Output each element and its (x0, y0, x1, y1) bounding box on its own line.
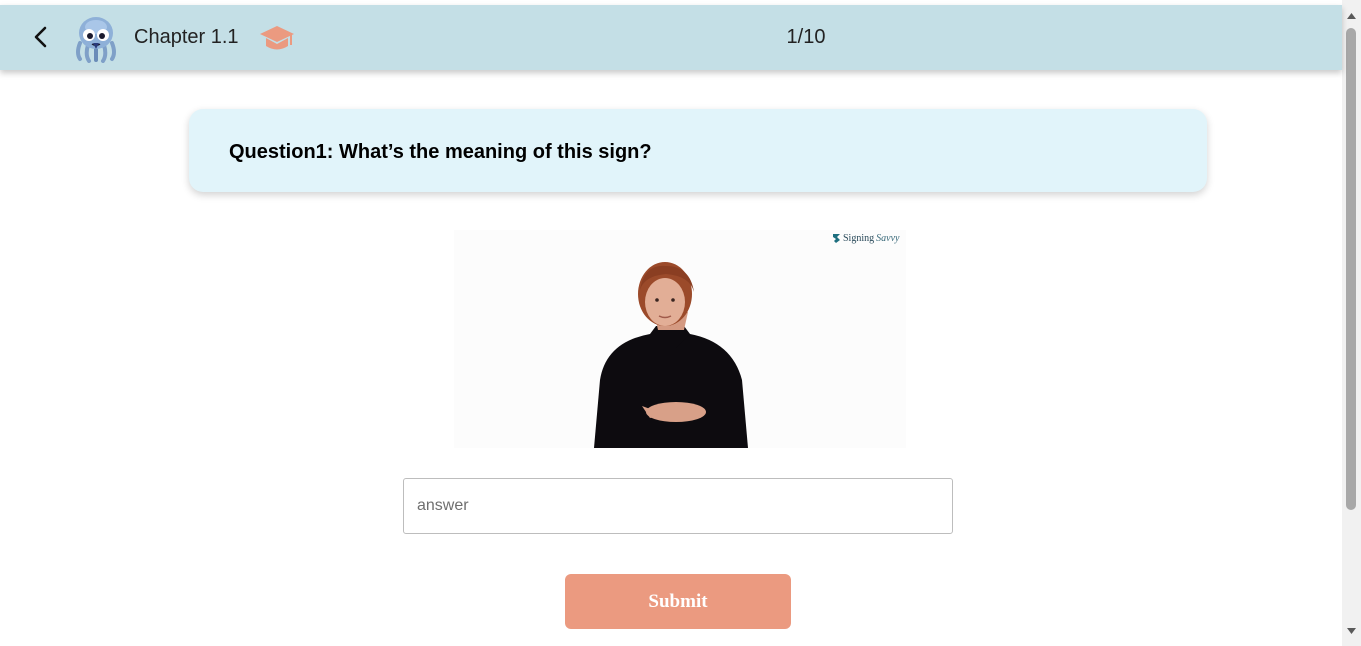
question-text: Question1: What’s the meaning of this si… (229, 141, 652, 163)
answer-input[interactable] (403, 478, 953, 534)
watermark-script: Savvy (876, 233, 900, 244)
scroll-down-button[interactable] (1342, 622, 1361, 639)
back-button[interactable] (24, 19, 58, 55)
scroll-thumb[interactable] (1346, 28, 1356, 510)
app-header: Chapter 1.1 1/10 (0, 5, 1342, 70)
video-watermark: Signing Savvy (832, 233, 899, 244)
submit-button[interactable]: Submit (565, 574, 791, 629)
graduation-cap-icon (260, 26, 294, 50)
question-card: Question1: What’s the meaning of this si… (189, 109, 1207, 192)
page-scrollbar[interactable] (1342, 0, 1361, 646)
question-progress: 1/10 (786, 26, 826, 48)
triangle-up-icon (1347, 12, 1356, 19)
watermark-brand: Signing (843, 233, 875, 244)
triangle-down-icon (1347, 627, 1356, 634)
octopus-mascot-icon (76, 17, 116, 63)
scroll-up-button[interactable] (1342, 7, 1361, 24)
chevron-left-icon (34, 26, 47, 48)
chapter-title: Chapter 1.1 (134, 26, 239, 48)
signing-savvy-logo-icon (833, 234, 840, 243)
sign-video[interactable]: Signing Savvy (454, 230, 906, 448)
signer-figure (594, 262, 748, 448)
